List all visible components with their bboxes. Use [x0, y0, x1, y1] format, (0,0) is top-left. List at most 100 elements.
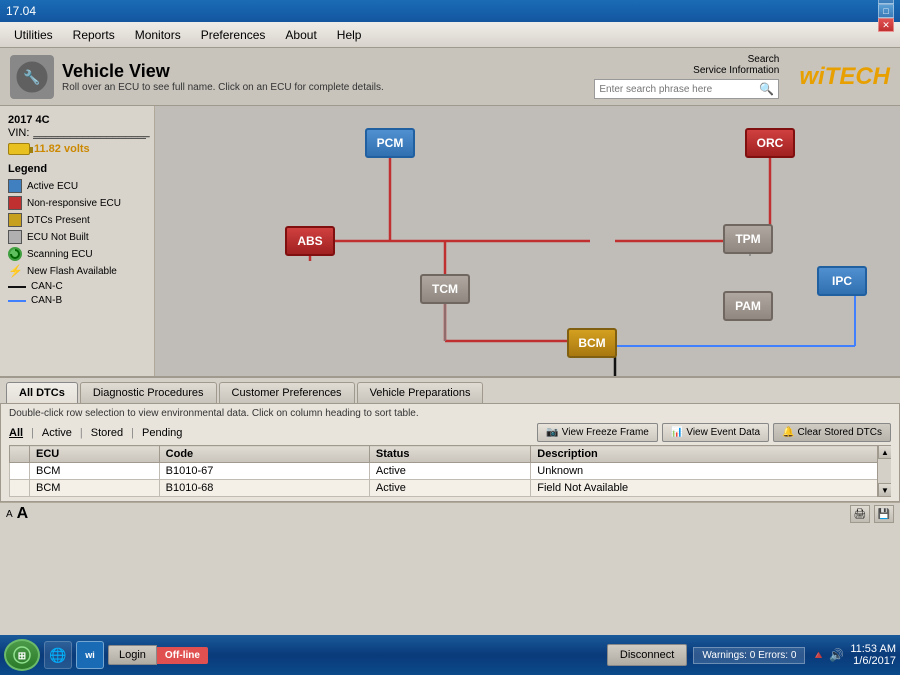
vin-line: VIN: ___________________: [8, 126, 146, 139]
legend-ecu-not-built: ECU Not Built: [8, 230, 146, 244]
volume-icon[interactable]: 🔊: [829, 648, 844, 662]
flash-icon: ⚡: [8, 264, 22, 278]
scroll-up-button[interactable]: ▲: [878, 445, 891, 459]
disconnect-button[interactable]: Disconnect: [607, 644, 687, 666]
system-tray-icons: 🔺 🔊: [811, 648, 844, 662]
menu-monitors[interactable]: Monitors: [125, 25, 191, 45]
dtc-area: Double-click row selection to view envir…: [0, 403, 900, 502]
col-ecu[interactable]: ECU: [30, 446, 160, 463]
legend-title: Legend: [8, 163, 146, 175]
login-area: Login Off-line: [108, 645, 208, 665]
table-row[interactable]: BCM B1010-68 Active Field Not Available: [10, 480, 891, 497]
dtc-filter-row: All | Active | Stored | Pending 📷 View F…: [9, 423, 891, 442]
title-bar: 17.04 − □ ✕: [0, 0, 900, 22]
legend-active-ecu: Active ECU: [8, 179, 146, 193]
ecu-pcm[interactable]: PCM: [365, 128, 415, 158]
col-sel[interactable]: [10, 446, 30, 463]
legend-panel: 2017 4C VIN: ___________________ 11.82 v…: [0, 106, 155, 376]
witech-taskbar-icon[interactable]: wi: [76, 641, 104, 669]
dtc-buttons: 📷 View Freeze Frame 📊 View Event Data 🔔 …: [537, 423, 891, 442]
scan-icon: [8, 247, 22, 261]
cell-desc-2: Field Not Available: [531, 480, 891, 497]
legend-scanning-ecu: Scanning ECU: [8, 247, 146, 261]
filter-stored[interactable]: Stored: [91, 427, 123, 439]
menu-reports[interactable]: Reports: [63, 25, 125, 45]
search-icon[interactable]: 🔍: [759, 82, 774, 96]
cell-sel-1: [10, 463, 30, 480]
menu-help[interactable]: Help: [327, 25, 372, 45]
warnings-text: Warnings: 0 Errors: 0: [702, 650, 796, 661]
tab-all-dtcs[interactable]: All DTCs: [6, 382, 78, 403]
header-area: 🔧 Vehicle View Roll over an ECU to see f…: [0, 48, 900, 106]
cell-ecu-2: BCM: [30, 480, 160, 497]
start-button[interactable]: ⊞: [4, 639, 40, 671]
ecu-tpm[interactable]: TPM: [723, 224, 773, 254]
font-large-button[interactable]: A: [17, 505, 29, 523]
battery-icon: [8, 143, 30, 155]
scroll-down-button[interactable]: ▼: [878, 483, 891, 497]
taskbar-left: ⊞ 🌐 wi Login Off-line: [4, 639, 208, 671]
warnings-area: Warnings: 0 Errors: 0: [693, 647, 805, 664]
filter-all[interactable]: All: [9, 427, 23, 439]
font-small-button[interactable]: A: [6, 509, 13, 520]
legend-blue-box: [8, 179, 22, 193]
ecu-bcm[interactable]: BCM: [567, 328, 617, 358]
tab-row: All DTCs Diagnostic Procedures Customer …: [0, 378, 900, 403]
tab-vehicle-preparations[interactable]: Vehicle Preparations: [357, 382, 484, 403]
view-freeze-frame-button[interactable]: 📷 View Freeze Frame: [537, 423, 658, 442]
print-button[interactable]: 🖨: [850, 505, 870, 523]
filter-active[interactable]: Active: [42, 427, 72, 439]
menu-preferences[interactable]: Preferences: [191, 25, 276, 45]
maximize-button[interactable]: □: [878, 4, 894, 18]
ecu-orc[interactable]: ORC: [745, 128, 795, 158]
battery-line: 11.82 volts: [8, 143, 146, 155]
tab-customer-preferences[interactable]: Customer Preferences: [219, 382, 355, 403]
legend-can-c: CAN-C: [8, 281, 146, 292]
scroll-track[interactable]: [878, 459, 891, 483]
tab-diagnostic-procedures[interactable]: Diagnostic Procedures: [80, 382, 217, 403]
table-row[interactable]: BCM B1010-67 Active Unknown: [10, 463, 891, 480]
save-button[interactable]: 💾: [874, 505, 894, 523]
search-box: 🔍: [594, 79, 779, 99]
search-input[interactable]: [599, 84, 759, 95]
vehicle-model: 2017 4C: [8, 114, 146, 126]
logo-wi: wi: [799, 63, 824, 90]
ecu-tcm[interactable]: TCM: [420, 274, 470, 304]
col-status[interactable]: Status: [369, 446, 530, 463]
taskbar: ⊞ 🌐 wi Login Off-line Disconnect Warning…: [0, 635, 900, 675]
font-controls: A A 🖨 💾: [0, 502, 900, 525]
view-event-data-button[interactable]: 📊 View Event Data: [662, 423, 769, 442]
ecu-pam[interactable]: PAM: [723, 291, 773, 321]
font-right-controls: 🖨 💾: [850, 505, 894, 523]
title-text: 17.04: [6, 4, 36, 18]
header-left: 🔧 Vehicle View Roll over an ECU to see f…: [10, 55, 384, 99]
col-code[interactable]: Code: [159, 446, 369, 463]
dtc-info-text: Double-click row selection to view envir…: [9, 408, 891, 419]
clock-date: 1/6/2017: [850, 655, 896, 667]
menu-bar: Utilities Reports Monitors Preferences A…: [0, 22, 900, 48]
taskbar-ie-icon[interactable]: 🌐: [44, 641, 72, 669]
close-button[interactable]: ✕: [878, 18, 894, 32]
filter-pending[interactable]: Pending: [142, 427, 182, 439]
clear-stored-dtcs-button[interactable]: 🔔 Clear Stored DTCs: [773, 423, 891, 442]
offline-badge: Off-line: [157, 647, 208, 664]
clock-time: 11:53 AM: [850, 643, 896, 655]
freeze-frame-icon: 📷: [546, 427, 558, 438]
svg-text:⊞: ⊞: [18, 651, 26, 662]
title-controls: − □ ✕: [878, 0, 894, 32]
legend-yellow-box: [8, 213, 22, 227]
cell-status-2: Active: [369, 480, 530, 497]
cell-code-2: B1010-68: [159, 480, 369, 497]
can-b-line: [8, 300, 26, 302]
col-description[interactable]: Description: [531, 446, 891, 463]
legend-gray-box: [8, 230, 22, 244]
menu-utilities[interactable]: Utilities: [4, 25, 63, 45]
table-scrollbar[interactable]: ▲ ▼: [877, 445, 891, 497]
login-button[interactable]: Login: [108, 645, 157, 665]
cell-desc-1: Unknown: [531, 463, 891, 480]
network-icon[interactable]: 🔺: [811, 648, 826, 662]
menu-about[interactable]: About: [275, 25, 326, 45]
ecu-abs[interactable]: ABS: [285, 226, 335, 256]
ecu-ipc[interactable]: IPC: [817, 266, 867, 296]
legend-can-b: CAN-B: [8, 295, 146, 306]
